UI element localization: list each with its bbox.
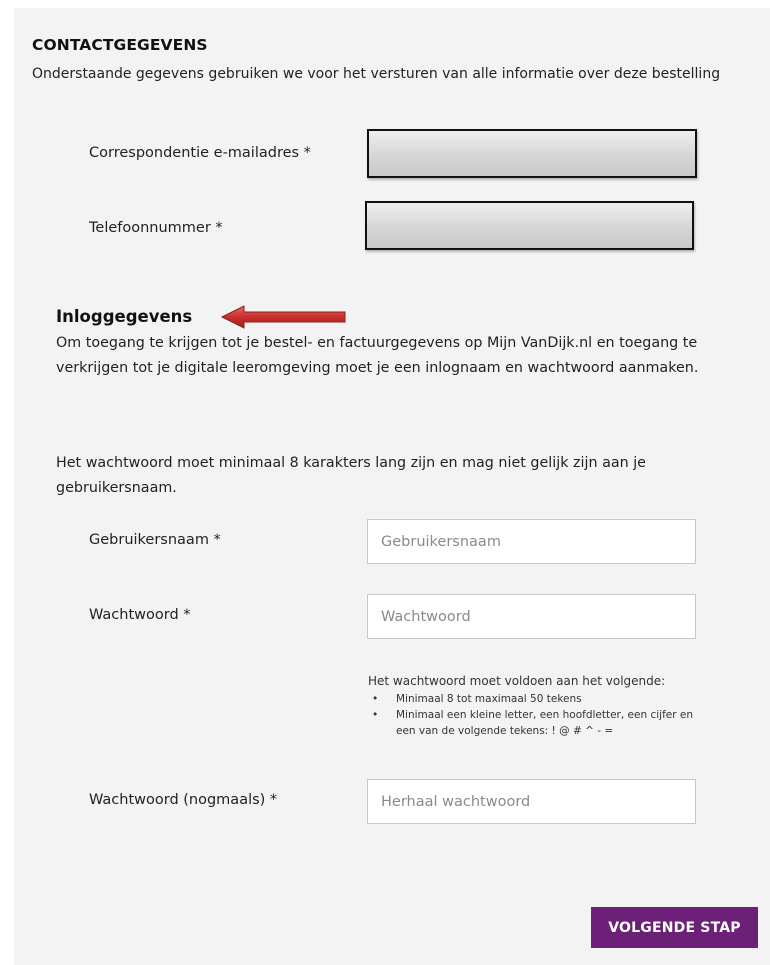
email-label: Correspondentie e-mailadres *: [89, 145, 311, 161]
username-label: Gebruikersnaam *: [89, 532, 221, 548]
username-input[interactable]: [367, 519, 696, 564]
password-requirements-title: Het wachtwoord moet voldoen aan het volg…: [368, 674, 666, 688]
password-label: Wachtwoord *: [89, 607, 191, 623]
next-step-button[interactable]: VOLGENDE STAP: [591, 907, 758, 948]
requirement-item: • Minimaal een kleine letter, een hoofdle…: [372, 709, 693, 737]
phone-label: Telefoonnummer *: [89, 220, 223, 236]
password-note: Het wachtwoord moet minimaal 8 karakters…: [56, 455, 646, 496]
email-field-redacted[interactable]: [367, 129, 697, 178]
phone-field-redacted[interactable]: [365, 201, 694, 250]
login-intro: Om toegang te krijgen tot je bestel- en …: [56, 335, 699, 376]
login-heading: Inloggegevens: [56, 307, 193, 326]
contact-intro: Onderstaande gegevens gebruiken we voor …: [32, 66, 721, 82]
password-requirements-list: • Minimaal 8 tot maximaal 50 tekens • Mini…: [368, 691, 708, 739]
repeat-password-input[interactable]: [367, 779, 696, 824]
repeat-password-label: Wachtwoord (nogmaals) *: [89, 792, 278, 808]
red-arrow-icon: [220, 305, 346, 329]
contact-heading: CONTACTGEGEVENS: [32, 36, 208, 54]
requirement-item: • Minimaal 8 tot maximaal 50 tekens: [372, 693, 582, 705]
password-input[interactable]: [367, 594, 696, 639]
